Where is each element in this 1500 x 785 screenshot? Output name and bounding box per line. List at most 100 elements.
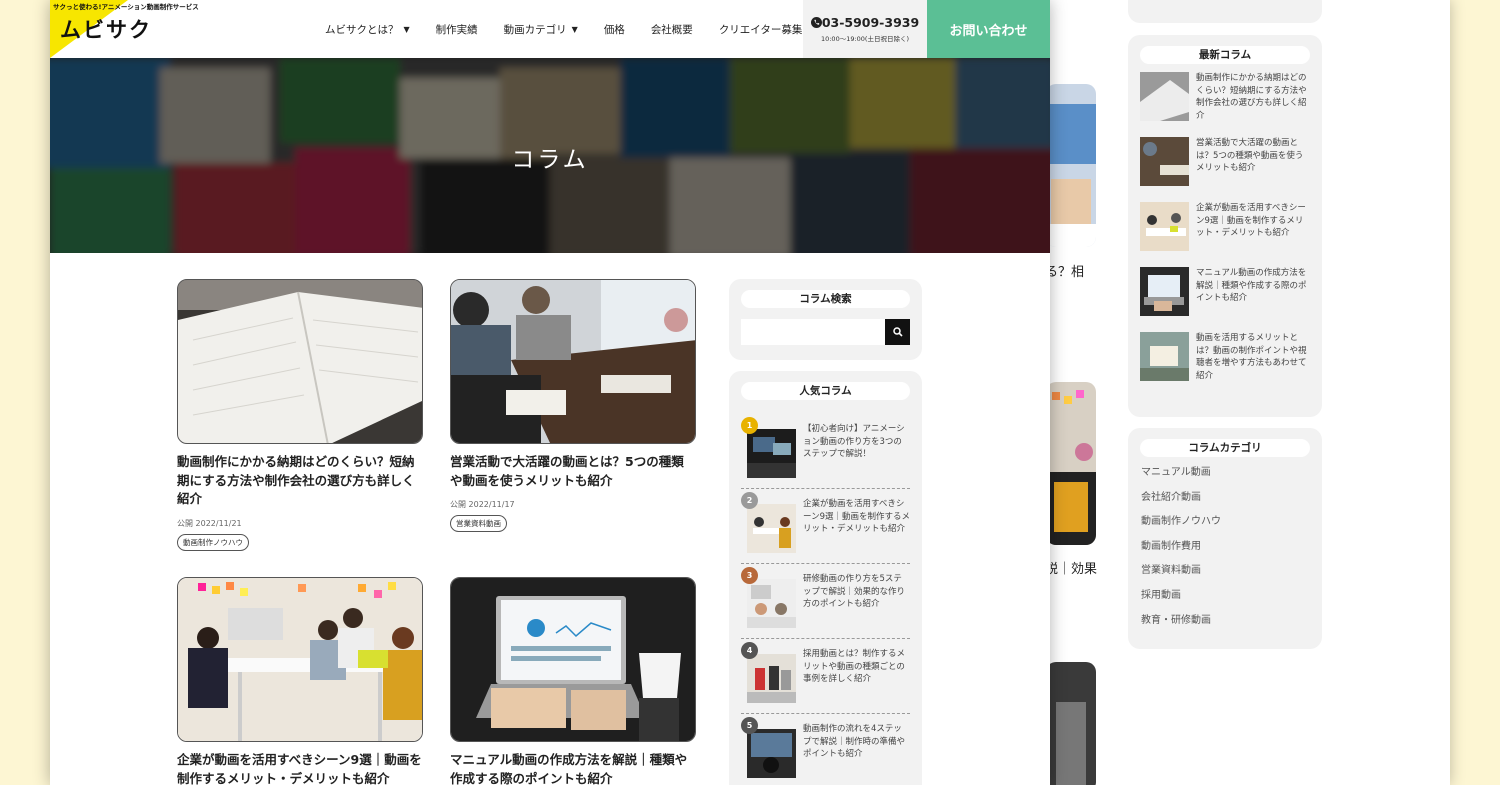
nav-item-about[interactable]: ムビサクとは？ ▼ — [312, 22, 423, 37]
rank-badge: 4 — [741, 642, 758, 659]
back-card-title-fragment: る？相 — [1045, 265, 1085, 280]
article-card[interactable]: 動画制作にかかる納期はどのくらい？短納期にする方法や制作会社の選び方も詳しく紹介… — [177, 279, 423, 551]
latest-column-item[interactable]: 動画制作にかかる納期はどのくらい？短納期にする方法や制作会社の選び方も詳しく紹介 — [1128, 72, 1322, 137]
rank-badge: 1 — [741, 417, 758, 434]
popular-column-text: 企業が動画を活用すべきシーン9選｜動画を制作するメリット・デメリットも紹介 — [803, 499, 910, 534]
nav-label: 制作実績 — [435, 23, 478, 36]
latest-column-text: 企業が動画を活用すべきシーン9選｜動画を制作するメリット・デメリットも紹介 — [1196, 203, 1306, 238]
nav-label: 動画カテゴリ — [503, 23, 567, 36]
search-icon — [892, 327, 903, 337]
nav-item-works[interactable]: 制作実績 — [423, 22, 491, 37]
popular-column-text: 採用動画とは？制作するメリットや動画の種類ごとの事例を詳しく紹介 — [803, 649, 906, 684]
latest-columns-title: 最新コラム — [1140, 46, 1310, 64]
article-title: マニュアル動画の作成方法を解説｜種類や作成する際のポイントも紹介 — [450, 752, 688, 785]
rank-badge: 5 — [741, 717, 758, 734]
article-card[interactable]: 営業活動で大活躍の動画とは？5つの種類や動画を使うメリットも紹介 公開 2022… — [450, 279, 696, 532]
phone-text: 03-5909-3939 — [821, 15, 920, 30]
popular-columns-title: 人気コラム — [741, 382, 910, 400]
back-card-image — [1046, 662, 1096, 785]
column-search-panel: コラム検索 — [729, 279, 922, 360]
back-card-image — [1046, 84, 1096, 247]
latest-columns-panel: 最新コラム 動画制作にかかる納期はどのくらい？短納期にする方法や制作会社の選び方… — [1128, 35, 1322, 417]
latest-column-text: 営業活動で大活躍の動画とは？5つの種類や動画を使うメリットも紹介 — [1196, 138, 1304, 173]
category-link[interactable]: 会社紹介動画 — [1128, 486, 1322, 511]
category-link[interactable]: 動画制作費用 — [1128, 535, 1322, 560]
phone-icon — [810, 17, 822, 28]
chevron-down-icon: ▼ — [571, 24, 578, 34]
column-search-title: コラム検索 — [741, 290, 910, 308]
nav-item-recruit[interactable]: クリエイター募集 — [706, 22, 816, 37]
article-tag[interactable]: 動画制作ノウハウ — [177, 533, 249, 551]
nav-item-price[interactable]: 価格 — [591, 22, 638, 37]
popular-column-item[interactable]: 4 採用動画とは？制作するメリットや動画の種類ごとの事例を詳しく紹介 — [741, 639, 910, 714]
business-hours: 10:00〜19:00(土日祝日除く) — [820, 35, 910, 43]
popular-column-item[interactable]: 3 研修動画の作り方を5ステップで解説｜効果的な作り方のポイントも紹介 — [741, 564, 910, 639]
latest-column-text: マニュアル動画の作成方法を解説｜種類や作成する際のポイントも紹介 — [1196, 268, 1307, 303]
site-header: サクっと使わる!アニメーション動画制作サービス ムビサク ムビサクとは？ ▼ 制作… — [50, 0, 1050, 58]
latest-column-item[interactable]: 営業活動で大活躍の動画とは？5つの種類や動画を使うメリットも紹介 — [1128, 137, 1322, 202]
search-form — [741, 319, 910, 345]
back-card-image — [1046, 382, 1096, 545]
phone-box[interactable]: 03-5909-3939 10:00〜19:00(土日祝日除く) — [803, 0, 927, 58]
popular-column-item[interactable]: 2 企業が動画を活用すべきシーン9選｜動画を制作するメリット・デメリットも紹介 — [741, 489, 910, 564]
popular-column-thumbnail — [747, 504, 796, 553]
popular-column-text: 【初心者向け】アニメーション動画の作り方を3つのステップで解説！ — [803, 424, 905, 459]
popular-column-thumbnail — [747, 654, 796, 703]
latest-column-thumbnail — [1140, 332, 1189, 381]
phone-number: 03-5909-3939 — [803, 15, 927, 30]
popular-column-thumbnail — [747, 579, 796, 628]
latest-column-thumbnail — [1140, 137, 1189, 186]
popular-column-thumbnail — [747, 429, 796, 478]
category-link[interactable]: 営業資料動画 — [1128, 559, 1322, 584]
column-category-panel: コラムカテゴリ マニュアル動画 会社紹介動画 動画制作ノウハウ 動画制作費用 営… — [1128, 428, 1322, 649]
category-link[interactable]: 採用動画 — [1128, 584, 1322, 609]
article-thumbnail — [450, 577, 696, 742]
page-title: コラム — [511, 147, 589, 173]
main-page: サクっと使わる!アニメーション動画制作サービス ムビサク ムビサクとは？ ▼ 制作… — [50, 0, 1050, 785]
nav-label: 価格 — [603, 23, 625, 36]
article-thumbnail — [450, 279, 696, 444]
contact-button[interactable]: お問い合わせ — [927, 0, 1050, 58]
category-link[interactable]: 動画制作ノウハウ — [1128, 510, 1322, 535]
article-card[interactable]: マニュアル動画の作成方法を解説｜種類や作成する際のポイントも紹介 — [450, 577, 696, 785]
latest-columns-panel — [1128, 0, 1322, 23]
article-title: 企業が動画を活用すべきシーン9選｜動画を制作するメリット・デメリットも紹介 — [177, 752, 422, 785]
site-logo[interactable]: ムビサク — [60, 14, 152, 44]
nav-label: 会社概要 — [650, 23, 693, 36]
popular-column-item[interactable]: 1 【初心者向け】アニメーション動画の作り方を3つのステップで解説！ — [741, 414, 910, 489]
latest-column-item[interactable]: 企業が動画を活用すべきシーン9選｜動画を制作するメリット・デメリットも紹介 — [1128, 202, 1322, 267]
article-tag[interactable]: 営業資料動画 — [450, 515, 507, 532]
category-link[interactable]: マニュアル動画 — [1128, 461, 1322, 486]
article-date: 公開 2022/11/21 — [177, 518, 242, 528]
rank-badge: 3 — [741, 567, 758, 584]
latest-column-item[interactable]: 動画を活用するメリットとは？動画の制作ポイントや視聴者を増やす方法もあわせて紹介 — [1128, 332, 1322, 397]
article-thumbnail — [177, 279, 423, 444]
column-category-title: コラムカテゴリ — [1140, 439, 1310, 457]
article-title: 営業活動で大活躍の動画とは？5つの種類や動画を使うメリットも紹介 — [450, 454, 684, 488]
search-button[interactable] — [885, 319, 910, 345]
nav-label: クリエイター募集 — [718, 23, 803, 36]
latest-column-text: 動画を活用するメリットとは？動画の制作ポイントや視聴者を増やす方法もあわせて紹介 — [1196, 333, 1307, 381]
nav-item-video-category[interactable]: 動画カテゴリ ▼ — [491, 22, 591, 37]
popular-column-item[interactable]: 5 動画制作の流れを4ステップで解説｜制作時の準備やポイントも紹介 — [741, 714, 910, 785]
popular-column-text: 研修動画の作り方を5ステップで解説｜効果的な作り方のポイントも紹介 — [803, 574, 906, 609]
main-nav: ムビサクとは？ ▼ 制作実績 動画カテゴリ ▼ 価格 会社概要 クリエイター募集 — [312, 0, 815, 58]
article-thumbnail — [177, 577, 423, 742]
popular-columns-panel: 人気コラム 1 【初心者向け】アニメーション動画の作り方を3つのステップで解説！… — [729, 371, 922, 785]
site-tagline: サクっと使わる!アニメーション動画制作サービス — [53, 3, 199, 11]
latest-column-thumbnail — [1140, 267, 1189, 316]
hero-banner: コラム — [50, 58, 1050, 253]
article-card[interactable]: 企業が動画を活用すべきシーン9選｜動画を制作するメリット・デメリットも紹介 — [177, 577, 423, 785]
latest-column-text: 動画制作にかかる納期はどのくらい？短納期にする方法や制作会社の選び方も詳しく紹介 — [1196, 73, 1307, 121]
category-link[interactable]: 教育・研修動画 — [1128, 609, 1322, 634]
popular-column-thumbnail — [747, 729, 796, 778]
latest-column-item[interactable]: マニュアル動画の作成方法を解説｜種類や作成する際のポイントも紹介 — [1128, 267, 1322, 332]
latest-column-thumbnail — [1140, 202, 1189, 251]
popular-column-text: 動画制作の流れを4ステップで解説｜制作時の準備やポイントも紹介 — [803, 724, 906, 759]
latest-column-thumbnail — [1140, 72, 1189, 121]
nav-item-company[interactable]: 会社概要 — [638, 22, 706, 37]
rank-badge: 2 — [741, 492, 758, 509]
search-input[interactable] — [741, 319, 885, 345]
article-title: 動画制作にかかる納期はどのくらい？短納期にする方法や制作会社の選び方も詳しく紹介 — [177, 454, 415, 506]
back-card-title-fragment: 説｜効果 — [1045, 562, 1098, 577]
